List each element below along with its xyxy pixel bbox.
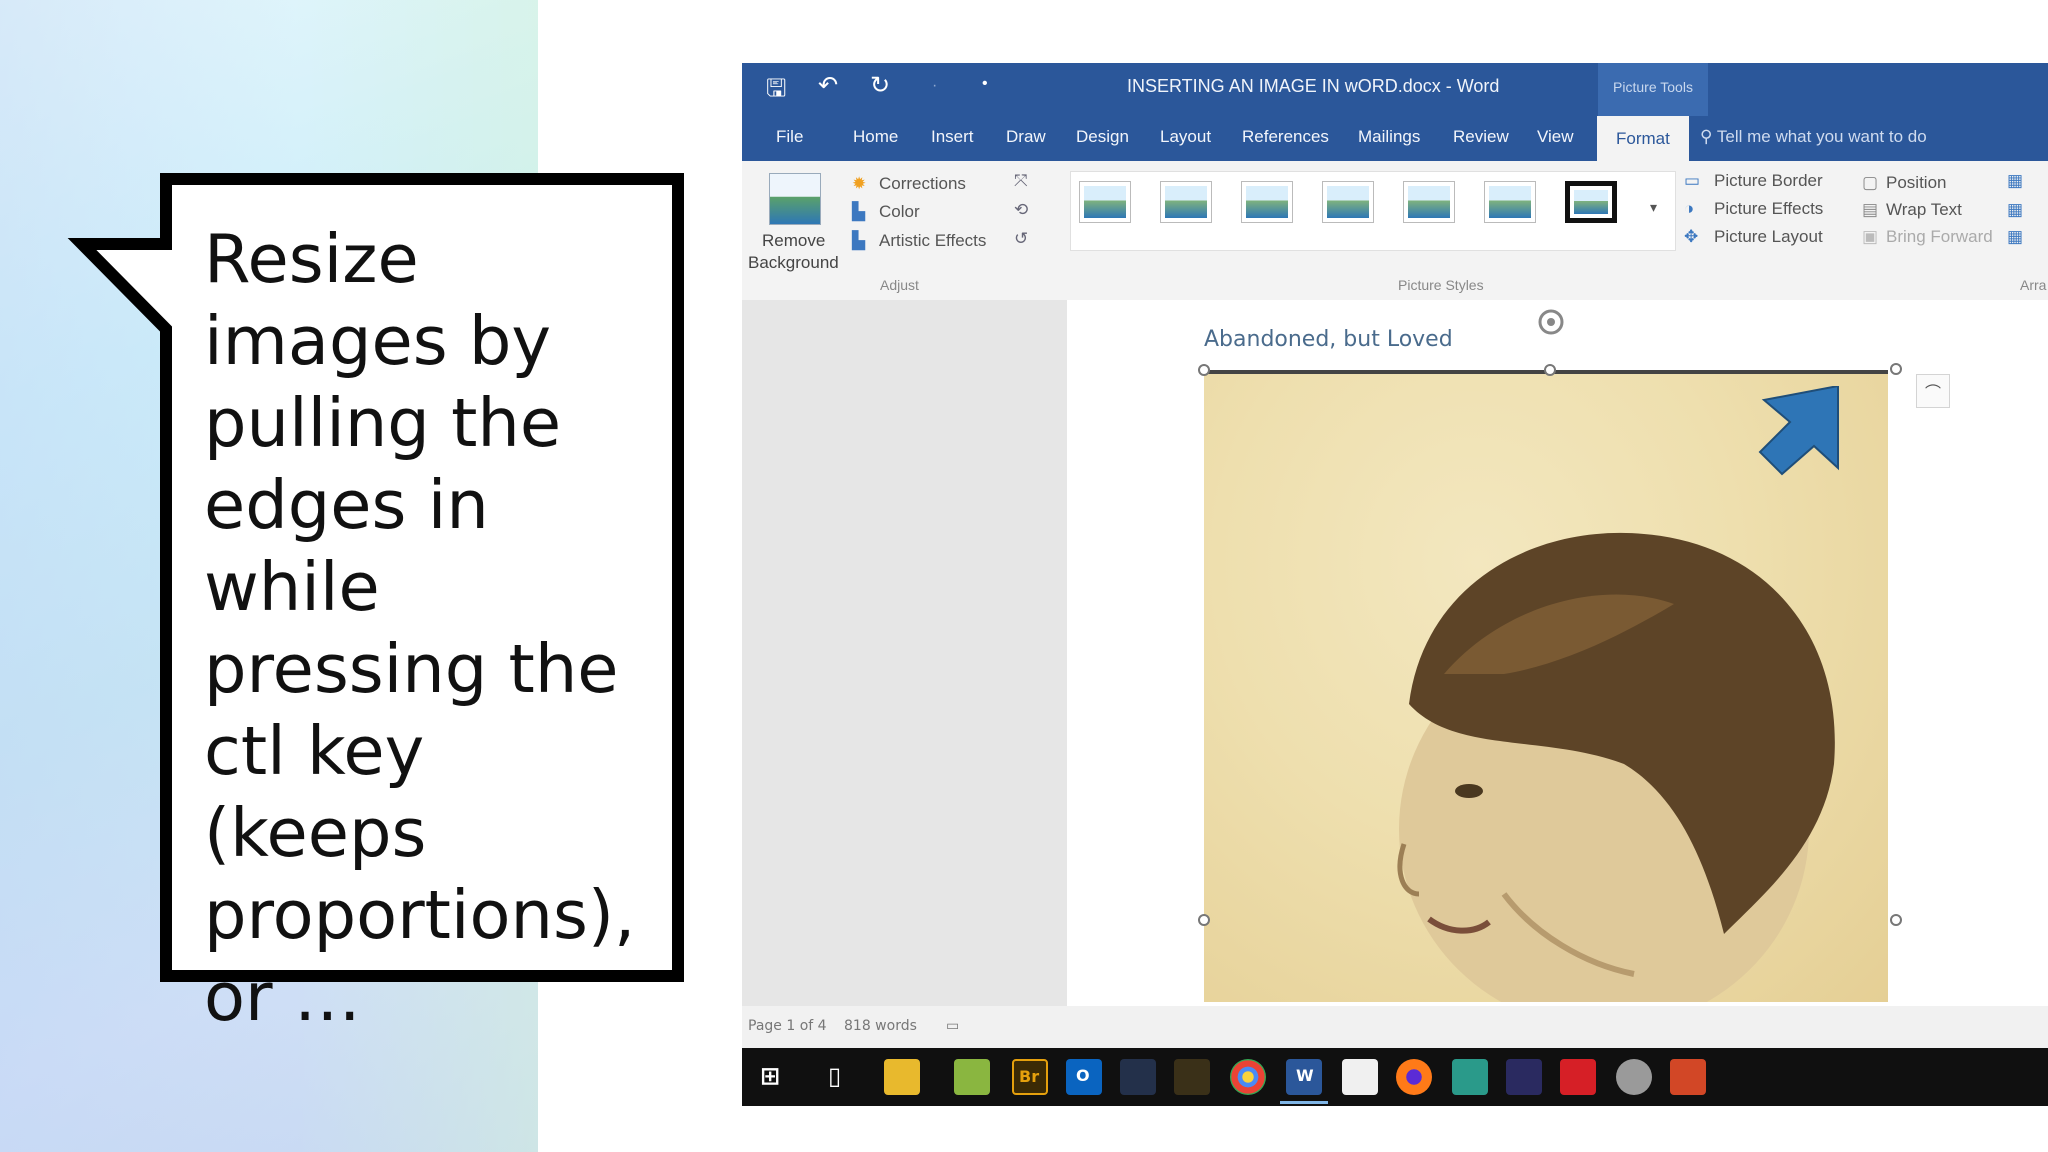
layout-options-icon: ⌒ [1925,383,1942,402]
reset-picture-icon[interactable]: ↺ [1014,229,1028,249]
pointer-arrow-icon [1758,386,1839,476]
resize-handle-top-right[interactable] [1890,363,1902,375]
tab-layout[interactable]: Layout [1160,127,1211,147]
align-icon[interactable]: ▦ [2007,171,2023,191]
touch-mode-icon[interactable]: · [932,77,937,95]
compress-pictures-icon[interactable]: ⤧ [1014,171,1028,191]
firefox-icon[interactable] [1396,1059,1432,1095]
tab-references[interactable]: References [1242,127,1329,147]
change-picture-icon[interactable]: ⟲ [1014,200,1028,220]
picture-style-6[interactable] [1484,181,1536,223]
picture-border-button[interactable]: Picture Border [1714,171,1823,191]
tab-design[interactable]: Design [1076,127,1129,147]
resize-handle-middle-left[interactable] [1198,914,1210,926]
notes-app-icon[interactable] [954,1059,990,1095]
save-icon[interactable]: 🖫 [766,71,786,112]
tell-me-search[interactable]: ⚲ Tell me what you want to do [1700,127,1927,147]
task-view-icon[interactable]: ▯ [828,1062,841,1090]
status-bar: Page 1 of 4 818 words ▭ [742,1006,2048,1048]
acrobat-icon[interactable] [1560,1059,1596,1095]
picture-border-icon: ▭ [1684,171,1701,190]
tab-draw[interactable]: Draw [1006,127,1046,147]
picture-style-5[interactable] [1403,181,1455,223]
remove-background-label-1[interactable]: Remove [762,231,825,251]
adjust-group-label: Adjust [880,277,919,293]
position-button[interactable]: Position [1886,173,1946,193]
rotate-handle-icon[interactable] [1535,306,1567,338]
bring-forward-button[interactable]: Bring Forward [1886,227,1993,247]
layout-options-button[interactable]: ⌒ [1916,374,1950,408]
picture-layout-icon: ✥ [1684,227,1699,246]
wrap-text-button[interactable]: Wrap Text [1886,200,1962,220]
proofing-icon[interactable]: ▭ [946,1018,959,1034]
artistic-effects-button[interactable]: Artistic Effects [879,231,986,251]
picture-tools-label: Picture Tools [1598,63,1708,116]
tab-insert[interactable]: Insert [931,127,974,147]
tab-format[interactable]: Format [1597,116,1689,161]
tab-review[interactable]: Review [1453,127,1509,147]
callout-text: Resize images by pulling the edges in wh… [204,220,636,1036]
page-count[interactable]: Page 1 of 4 [748,1018,827,1034]
picture-styles-group-label: Picture Styles [1398,277,1484,293]
picture-layout-button[interactable]: Picture Layout [1714,227,1823,247]
rotate-icon[interactable]: ▦ [2007,227,2023,247]
arrange-group-label: Arra [2020,277,2047,293]
word-count[interactable]: 818 words [844,1018,917,1034]
gallery-more-icon[interactable]: ▾ [1650,199,1657,216]
remove-background-label-2[interactable]: Background [748,253,839,273]
resize-handle-middle-right[interactable] [1890,914,1902,926]
windows-taskbar: ⊞ ▯ Br O W [742,1048,2048,1106]
adobe-bridge-label: Br [1019,1067,1040,1086]
app-gear-icon[interactable] [1120,1059,1156,1095]
group-icon[interactable]: ▦ [2007,200,2023,220]
word-taskbar-icon[interactable]: W [1286,1059,1322,1095]
document-title: INSERTING AN IMAGE IN wORD.docx - Word [1127,76,1500,96]
resize-handle-top-left[interactable] [1198,364,1210,376]
customize-qat-icon[interactable]: • [982,75,988,93]
app-s-icon[interactable] [1342,1059,1378,1095]
picture-style-3[interactable] [1241,181,1293,223]
navigation-pane [742,300,1067,1006]
word-active-indicator [1280,1101,1328,1104]
redo-icon[interactable]: ↻ [870,71,890,100]
outlook-label: O [1076,1066,1090,1085]
artistic-effects-icon: ▙ [852,231,866,250]
lightbulb-icon: ⚲ [1700,127,1713,146]
tab-mailings[interactable]: Mailings [1358,127,1420,147]
picture-effects-icon: ◑ [1684,199,1695,218]
picture-style-4[interactable] [1322,181,1374,223]
app-media-icon[interactable] [1506,1059,1542,1095]
word-taskbar-label: W [1296,1066,1314,1085]
file-explorer-icon[interactable] [884,1059,920,1095]
chrome-icon[interactable] [1230,1059,1266,1095]
tab-view[interactable]: View [1537,127,1574,147]
powerpoint-icon[interactable] [1670,1059,1706,1095]
picture-style-1[interactable] [1079,181,1131,223]
bring-forward-icon: ▣ [1862,227,1879,246]
app-tree-icon[interactable] [1452,1059,1488,1095]
picture-style-7[interactable] [1565,181,1617,223]
picture-effects-button[interactable]: Picture Effects [1714,199,1823,219]
title-bar: 🖫 ↶ ↻ · • INSERTING AN IMAGE IN wORD.doc… [742,63,2048,116]
color-icon: ▙ [852,202,866,221]
remove-background-icon [769,173,821,225]
position-icon: ▢ [1862,173,1879,192]
color-button[interactable]: Color [879,202,920,222]
image-caption: Abandoned, but Loved [1204,327,1453,352]
tab-file[interactable]: File [776,127,803,147]
corrections-button[interactable]: Corrections [879,174,966,194]
tab-home[interactable]: Home [853,127,898,147]
picture-style-2[interactable] [1160,181,1212,223]
ribbon-tabs: File Home Insert Draw Design Layout Refe… [742,116,2048,161]
adobe-bridge-icon[interactable]: Br [1012,1059,1048,1095]
undo-icon[interactable]: ↶ [818,71,838,100]
wrap-text-icon: ▤ [1862,200,1879,219]
corrections-icon: ✹ [852,174,867,193]
app-cloud-icon[interactable] [1616,1059,1652,1095]
tell-me-text: Tell me what you want to do [1716,127,1927,146]
windows-start-icon[interactable]: ⊞ [760,1062,780,1090]
outlook-icon[interactable]: O [1066,1059,1102,1095]
app-gold-icon[interactable] [1174,1059,1210,1095]
resize-handle-top-middle[interactable] [1544,364,1556,376]
